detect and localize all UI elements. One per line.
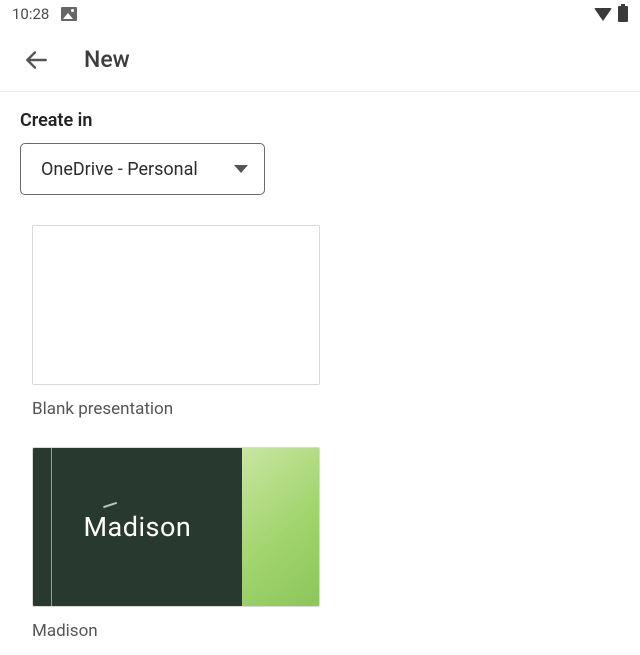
nav-bar: New — [0, 28, 640, 92]
template-madison-preview-left: Madison — [33, 448, 242, 606]
template-list: Blank presentation Madison Madison — [20, 225, 620, 641]
status-right — [594, 6, 628, 22]
arrow-left-icon — [23, 47, 49, 73]
chevron-down-icon — [234, 165, 248, 173]
template-madison-caption: Madison — [32, 621, 620, 641]
decorative-line — [51, 448, 52, 606]
status-left: 10:28 — [12, 5, 77, 23]
create-in-selected: OneDrive - Personal — [41, 159, 198, 180]
template-madison: Madison Madison — [32, 447, 620, 641]
template-madison-thumb[interactable]: Madison — [32, 447, 320, 607]
decorative-mark — [103, 502, 117, 508]
back-button[interactable] — [22, 46, 50, 74]
create-in-label: Create in — [20, 110, 620, 131]
template-blank-thumb[interactable] — [32, 225, 320, 385]
template-blank: Blank presentation — [32, 225, 620, 419]
template-madison-preview-title: Madison — [83, 511, 191, 543]
page-title: New — [84, 46, 130, 73]
template-madison-preview-right — [242, 448, 319, 606]
status-bar: 10:28 — [0, 0, 640, 28]
status-time: 10:28 — [12, 5, 49, 23]
template-blank-caption: Blank presentation — [32, 399, 620, 419]
content: Create in OneDrive - Personal Blank pres… — [0, 92, 640, 655]
battery-icon — [618, 6, 628, 22]
create-in-dropdown[interactable]: OneDrive - Personal — [20, 143, 265, 195]
screenshot-icon — [61, 7, 77, 21]
wifi-icon — [594, 8, 612, 21]
